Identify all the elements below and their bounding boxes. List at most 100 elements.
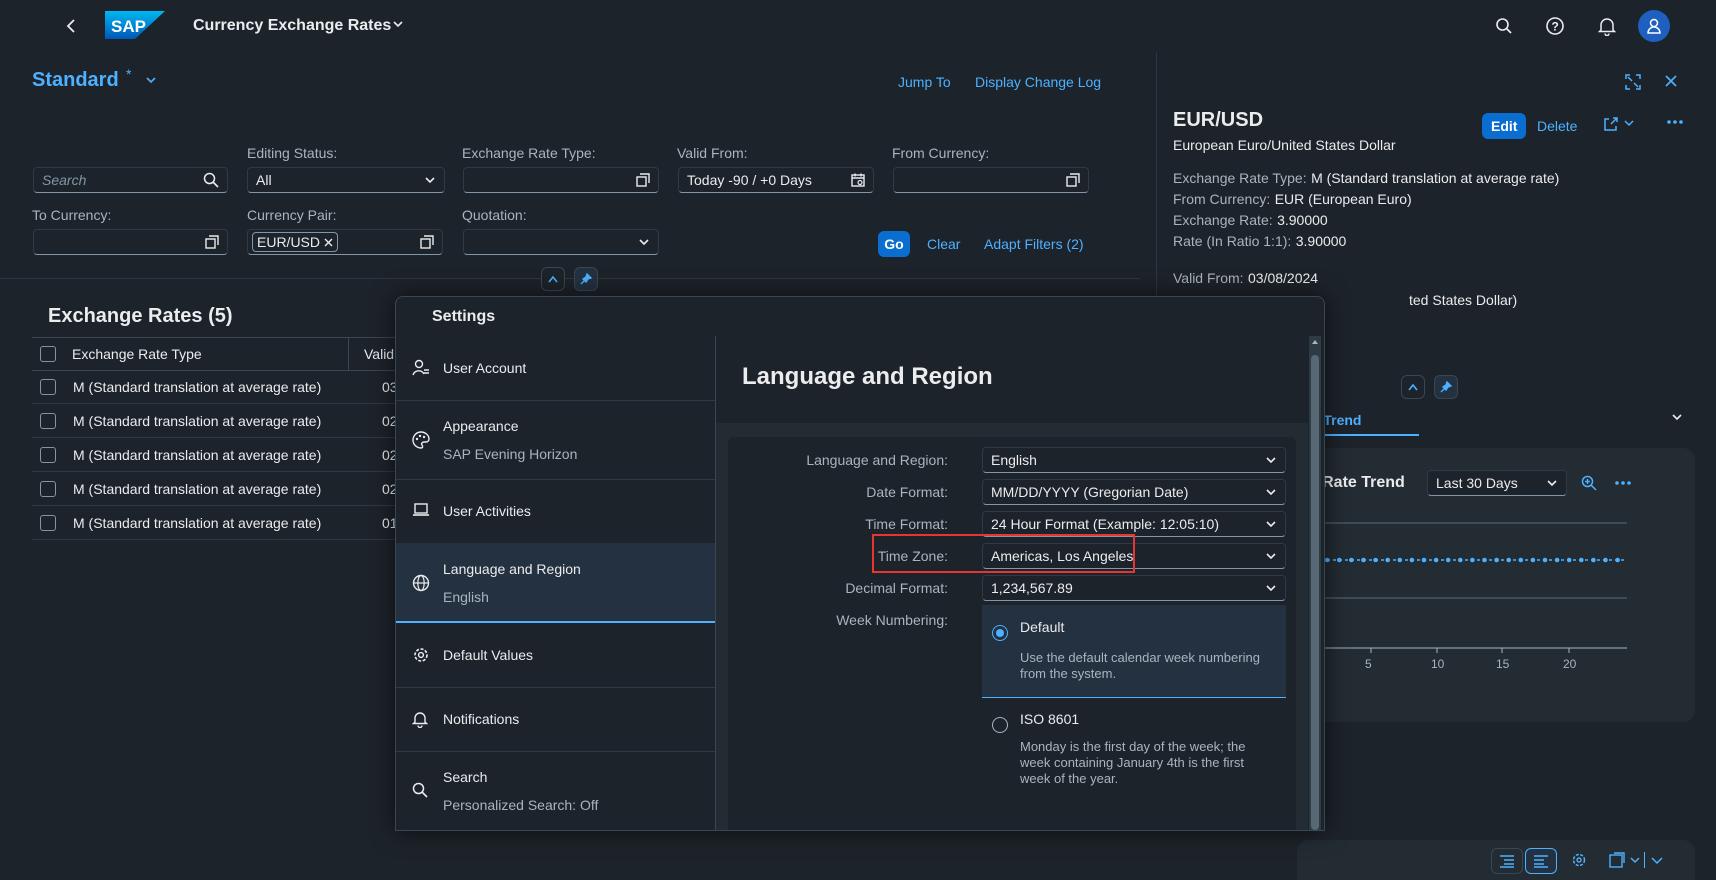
go-button[interactable]: Go	[878, 231, 910, 257]
chevron-down-icon[interactable]	[1651, 855, 1663, 865]
week-option-default[interactable]: Default Use the default calendar week nu…	[982, 605, 1286, 698]
trend-point[interactable]	[1433, 557, 1439, 563]
adapt-filters-button[interactable]: Adapt Filters (2)	[984, 236, 1084, 252]
chevron-down-icon[interactable]	[1671, 411, 1683, 423]
zoom-in-icon[interactable]	[1581, 475, 1597, 491]
gear-icon[interactable]	[1571, 852, 1587, 868]
search-icon[interactable]	[203, 172, 219, 188]
trend-point[interactable]	[1615, 557, 1620, 563]
trend-point[interactable]	[1397, 557, 1403, 563]
column-header-type[interactable]: Exchange Rate Type	[72, 346, 202, 362]
share-chevron-icon[interactable]	[1624, 118, 1634, 128]
calendar-icon[interactable]	[851, 173, 865, 187]
trend-point[interactable]	[1445, 557, 1451, 563]
trend-point[interactable]	[1324, 557, 1330, 563]
share-icon[interactable]	[1603, 116, 1619, 132]
jump-to-link[interactable]: Jump To	[898, 74, 951, 90]
pin-header-icon[interactable]	[1434, 375, 1458, 399]
fullscreen-icon[interactable]	[1625, 74, 1641, 90]
delete-button[interactable]: Delete	[1537, 118, 1577, 134]
trend-point[interactable]	[1337, 557, 1342, 563]
user-avatar[interactable]	[1638, 10, 1670, 42]
collapse-header-icon[interactable]	[541, 267, 565, 291]
trend-point[interactable]	[1470, 557, 1475, 563]
nav-item-notifications[interactable]: Notifications	[396, 687, 715, 752]
trend-point[interactable]	[1482, 557, 1487, 563]
nav-item-appearance[interactable]: Appearance SAP Evening Horizon	[396, 400, 715, 480]
export-icon[interactable]	[1609, 852, 1627, 868]
trend-point[interactable]	[1409, 557, 1415, 563]
trend-point[interactable]	[1530, 557, 1536, 563]
edit-button[interactable]: Edit	[1482, 113, 1527, 139]
back-icon[interactable]	[62, 16, 82, 36]
nav-item-search[interactable]: Search Personalized Search: Off	[396, 751, 715, 830]
token-remove-icon[interactable]	[324, 238, 333, 247]
align-left-icon[interactable]	[1491, 848, 1523, 874]
from-currency-input[interactable]	[893, 167, 1089, 193]
value-help-icon[interactable]	[636, 173, 650, 187]
currency-pair-input[interactable]: EUR/USD	[247, 229, 443, 255]
value-help-icon[interactable]	[1066, 173, 1080, 187]
currency-pair-token[interactable]: EUR/USD	[252, 232, 339, 252]
scroll-up-arrow[interactable]	[1309, 336, 1321, 348]
align-right-icon[interactable]	[1525, 848, 1557, 874]
clear-button[interactable]: Clear	[927, 236, 960, 252]
nav-item-user-account[interactable]: User Account	[396, 336, 715, 401]
editing-status-select[interactable]: All	[247, 167, 445, 193]
row-checkbox[interactable]	[40, 378, 56, 395]
scrollbar-thumb[interactable]	[1311, 355, 1319, 830]
trend-point[interactable]	[1506, 557, 1511, 563]
value-help-icon[interactable]	[205, 235, 219, 249]
trend-point[interactable]	[1542, 557, 1548, 563]
change-log-link[interactable]: Display Change Log	[975, 74, 1101, 90]
trend-point[interactable]	[1566, 557, 1572, 563]
date-format-select[interactable]: MM/DD/YYYY (Gregorian Date)	[982, 479, 1286, 505]
export-chevron-icon[interactable]	[1630, 855, 1640, 865]
overflow-icon[interactable]	[1615, 480, 1631, 486]
trend-point[interactable]	[1591, 557, 1596, 563]
row-checkbox[interactable]	[40, 446, 56, 463]
trend-point[interactable]	[1349, 557, 1354, 563]
close-icon[interactable]	[1664, 74, 1678, 88]
pin-header-icon[interactable]	[574, 267, 598, 291]
decimal-format-select[interactable]: 1,234,567.89	[982, 575, 1286, 601]
trend-point[interactable]	[1518, 557, 1524, 563]
week-option-iso[interactable]: ISO 8601 Monday is the first day of the …	[982, 697, 1286, 802]
row-checkbox[interactable]	[40, 514, 56, 531]
trend-point[interactable]	[1603, 557, 1608, 563]
radio-button[interactable]	[992, 717, 1008, 733]
trend-point[interactable]	[1373, 557, 1378, 563]
quotation-select[interactable]	[463, 229, 659, 255]
collapse-header-icon[interactable]	[1401, 375, 1425, 399]
value-help-icon[interactable]	[420, 235, 434, 249]
trend-point[interactable]	[1361, 557, 1366, 563]
search-icon[interactable]	[1494, 16, 1514, 36]
row-checkbox[interactable]	[40, 412, 56, 429]
nav-item-user-activities[interactable]: User Activities	[396, 479, 715, 544]
radio-button[interactable]	[992, 625, 1008, 641]
overflow-icon[interactable]	[1667, 119, 1683, 125]
trend-point[interactable]	[1421, 557, 1427, 563]
trend-point[interactable]	[1494, 557, 1499, 563]
row-checkbox[interactable]	[40, 480, 56, 497]
bell-icon[interactable]	[1597, 16, 1617, 36]
language-select[interactable]: English	[982, 447, 1286, 473]
variant-title[interactable]: Standard	[32, 69, 119, 92]
nav-item-default-values[interactable]: Default Values	[396, 623, 715, 688]
chevron-down-icon[interactable]	[392, 18, 404, 30]
search-input[interactable]: Search	[33, 167, 228, 193]
column-header-valid[interactable]: Valid	[364, 346, 394, 362]
trend-point[interactable]	[1579, 557, 1584, 563]
select-all-checkbox[interactable]	[40, 346, 56, 362]
to-currency-input[interactable]	[33, 229, 228, 255]
variant-chevron-icon[interactable]	[145, 74, 157, 86]
trend-point[interactable]	[1385, 557, 1390, 563]
app-title[interactable]: Currency Exchange Rates	[193, 17, 391, 35]
exchange-rate-type-input[interactable]	[463, 167, 659, 193]
help-icon[interactable]: ?	[1545, 16, 1565, 36]
trend-point[interactable]	[1458, 557, 1463, 563]
nav-item-language-region[interactable]: Language and Region English	[396, 543, 715, 623]
valid-from-input[interactable]: Today -90 / +0 Days	[678, 167, 874, 193]
period-select[interactable]: Last 30 Days	[1427, 470, 1567, 496]
trend-point[interactable]	[1554, 557, 1560, 563]
